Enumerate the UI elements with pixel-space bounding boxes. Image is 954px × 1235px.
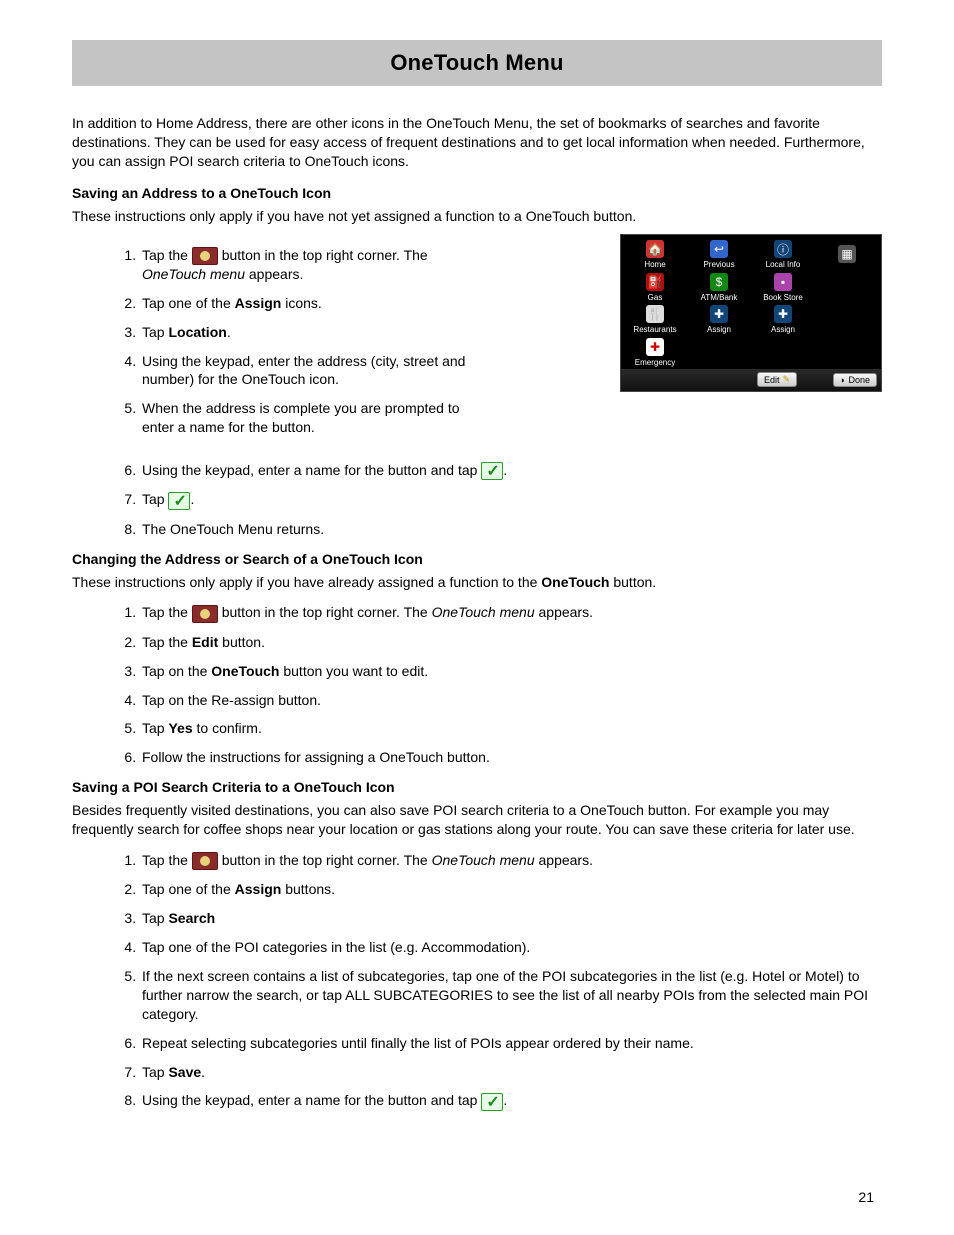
- step: Tap the button in the top right corner. …: [140, 246, 492, 284]
- step: Tap Save.: [140, 1063, 882, 1082]
- step: Using the keypad, enter a name for the b…: [140, 1091, 882, 1110]
- step: If the next screen contains a list of su…: [140, 967, 882, 1024]
- step: Tap the button in the top right corner. …: [140, 603, 882, 622]
- step: Repeat selecting subcategories until fin…: [140, 1034, 882, 1053]
- done-button[interactable]: ◗Done: [833, 373, 877, 387]
- step: When the address is complete you are pro…: [140, 399, 492, 437]
- step: Tap Yes to confirm.: [140, 719, 882, 738]
- intro-paragraph: In addition to Home Address, there are o…: [72, 114, 882, 171]
- page-number: 21: [858, 1189, 874, 1205]
- step: Tap the button in the top right corner. …: [140, 851, 882, 870]
- step: Follow the instructions for assigning a …: [140, 748, 882, 767]
- section2-steps: Tap the button in the top right corner. …: [72, 603, 882, 767]
- step: Using the keypad, enter the address (cit…: [140, 352, 492, 390]
- section1-note: These instructions only apply if you hav…: [72, 207, 882, 226]
- section1-steps-part1: Tap the button in the top right corner. …: [72, 246, 492, 438]
- step: Tap Search: [140, 909, 882, 928]
- step: Tap one of the Assign buttons.: [140, 880, 882, 899]
- page-title: OneTouch Menu: [390, 50, 563, 76]
- step: The OneTouch Menu returns.: [140, 520, 882, 539]
- section2-note: These instructions only apply if you hav…: [72, 573, 882, 592]
- edit-button[interactable]: Edit✎: [757, 372, 797, 387]
- onetouch-icon: [192, 852, 218, 870]
- section1-heading: Saving an Address to a OneTouch Icon: [72, 185, 882, 201]
- checkmark-icon: [481, 462, 503, 480]
- onetouch-icon: [192, 247, 218, 265]
- checkmark-icon: [481, 1093, 503, 1111]
- onetouch-menu-screenshot: 🏠Home ↩Previous ⓘLocal Info ▦ ⛽Gas $ATM/…: [620, 234, 882, 392]
- section2-heading: Changing the Address or Search of a OneT…: [72, 551, 882, 567]
- onetouch-icon: [192, 605, 218, 623]
- title-bar: OneTouch Menu: [72, 40, 882, 86]
- section3-note: Besides frequently visited destinations,…: [72, 801, 882, 839]
- step: Tap Location.: [140, 323, 492, 342]
- checkmark-icon: [168, 492, 190, 510]
- section3-steps: Tap the button in the top right corner. …: [72, 851, 882, 1111]
- step: Tap the Edit button.: [140, 633, 882, 652]
- section1-steps-part2: Using the keypad, enter a name for the b…: [72, 461, 882, 538]
- step: Tap one of the POI categories in the lis…: [140, 938, 882, 957]
- step: Tap on the OneTouch button you want to e…: [140, 662, 882, 681]
- step: Tap on the Re-assign button.: [140, 691, 882, 710]
- section3-heading: Saving a POI Search Criteria to a OneTou…: [72, 779, 882, 795]
- step: Tap one of the Assign icons.: [140, 294, 492, 313]
- step: Using the keypad, enter a name for the b…: [140, 461, 882, 480]
- step: Tap .: [140, 490, 882, 509]
